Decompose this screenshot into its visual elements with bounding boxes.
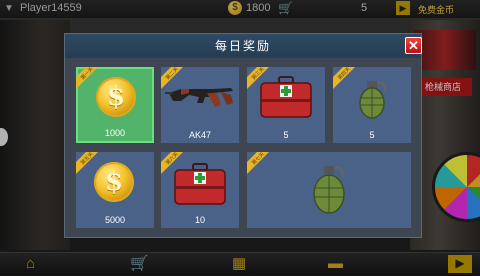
day-badge-5: 第五天 — [76, 151, 102, 179]
daily-reward-dialog: 每日奖励 ✕ $ 1000 AK47 5 5 $ 5000 10 第一天 第二天… — [64, 33, 422, 238]
day-badge-1: 第一天 — [76, 66, 102, 94]
reward-label: AK47 — [188, 130, 212, 140]
reward-label: 1000 — [104, 128, 126, 138]
day-badge-3: 第三天 — [247, 66, 273, 94]
reward-label: 5 — [283, 130, 289, 140]
close-button[interactable]: ✕ — [405, 37, 422, 54]
day-badge-4: 第四天 — [333, 66, 359, 94]
grenade-icon — [313, 166, 345, 214]
day-badge-6: 第六天 — [161, 151, 187, 179]
reward-label: 5000 — [104, 215, 126, 225]
close-icon: ✕ — [408, 38, 419, 53]
day-badge-2: 第二天 — [161, 66, 187, 94]
reward-label: 10 — [194, 215, 205, 225]
dialog-title-bar: 每日奖励 — [65, 34, 421, 58]
gold-coin-icon: $ — [96, 77, 136, 117]
reward-label: 5 — [369, 130, 375, 140]
dialog-title: 每日奖励 — [214, 39, 271, 53]
day-badge-7: 第七天 — [247, 151, 273, 179]
